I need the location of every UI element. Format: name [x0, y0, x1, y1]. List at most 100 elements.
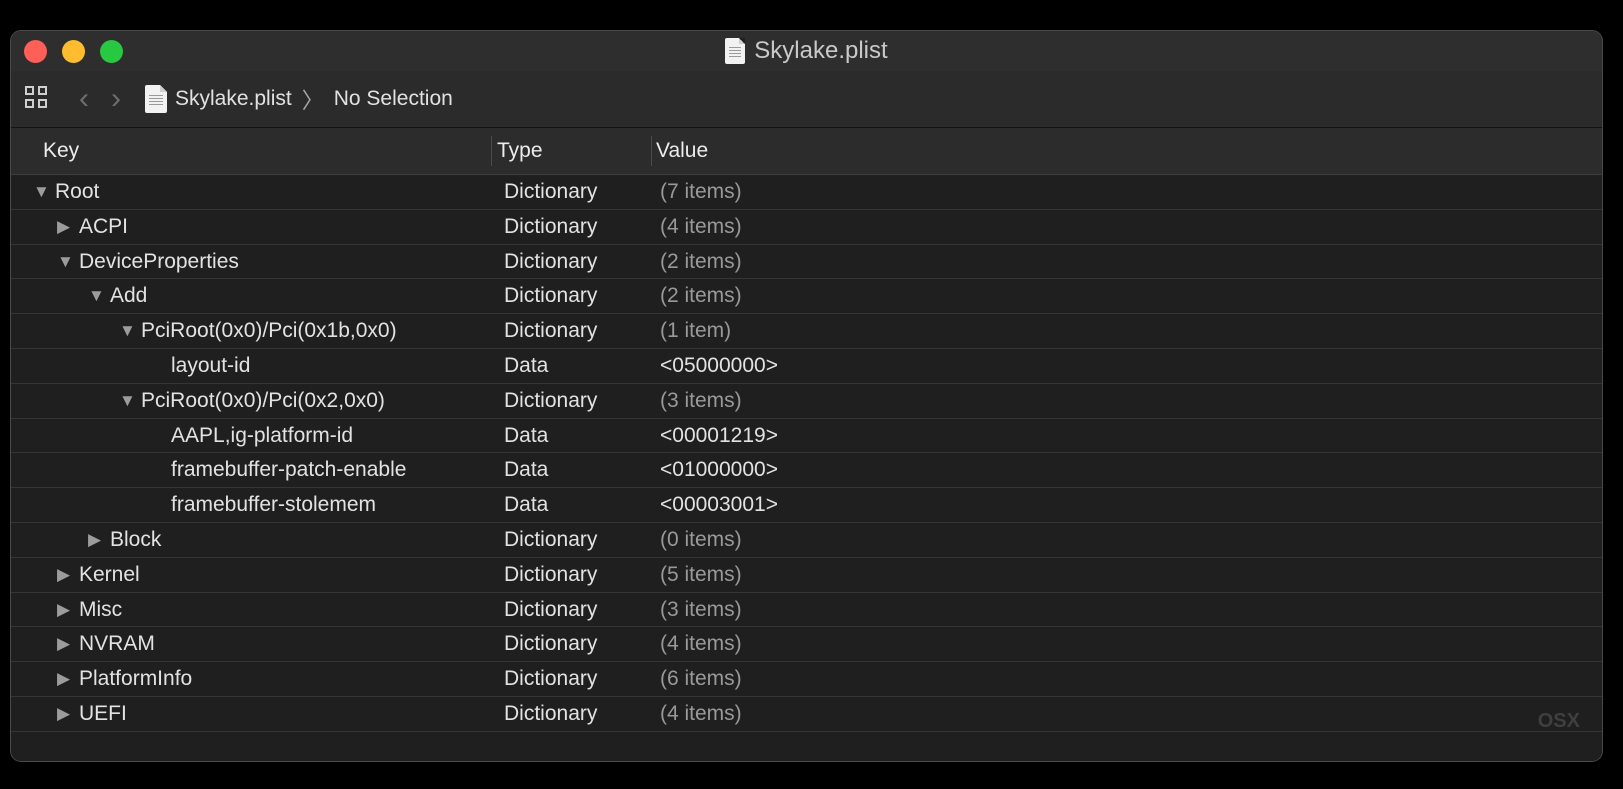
zoom-button[interactable] — [100, 40, 123, 63]
key-cell[interactable]: ▶ Block — [88, 528, 161, 552]
table-row[interactable]: ▶ Block Dictionary (0 items) — [11, 523, 1602, 558]
key-label: Block — [110, 527, 162, 551]
type-cell[interactable]: Dictionary — [504, 180, 597, 204]
disclosure-collapsed-icon[interactable]: ▶ — [88, 530, 108, 550]
watermark-logo: OSX — [1537, 710, 1580, 732]
table-row[interactable]: ▼ PciRoot(0x0)/Pci(0x2,0x0) Dictionary (3 i… — [11, 384, 1602, 419]
key-cell[interactable]: ▶ NVRAM — [57, 632, 155, 656]
table-row[interactable]: ▶ UEFI Dictionary (4 items) — [11, 697, 1602, 732]
value-cell[interactable]: (4 items) — [660, 702, 742, 726]
disclosure-collapsed-icon[interactable]: ▶ — [57, 704, 77, 724]
type-cell[interactable]: Dictionary — [504, 284, 597, 308]
table-row[interactable]: ▼ Root Dictionary (7 items) — [11, 175, 1602, 210]
column-header-key[interactable]: Key — [43, 139, 79, 163]
value-cell[interactable]: (1 item) — [660, 319, 731, 343]
value-cell[interactable]: (7 items) — [660, 180, 742, 204]
value-cell[interactable]: (0 items) — [660, 528, 742, 552]
table-row[interactable]: ▶ Misc Dictionary (3 items) — [11, 593, 1602, 628]
back-arrow-icon[interactable]: ‹ — [79, 84, 89, 114]
key-cell[interactable]: ▼ DeviceProperties — [57, 250, 239, 274]
minimize-button[interactable] — [62, 40, 85, 63]
breadcrumb-file[interactable]: Skylake.plist — [175, 87, 292, 111]
key-cell[interactable]: ▼ Add — [88, 284, 147, 308]
type-cell[interactable]: Dictionary — [504, 632, 597, 656]
disclosure-collapsed-icon[interactable]: ▶ — [57, 600, 77, 620]
column-divider[interactable] — [491, 136, 492, 166]
type-cell[interactable]: Data — [504, 493, 548, 517]
value-cell[interactable]: (5 items) — [660, 563, 742, 587]
value-cell[interactable]: (3 items) — [660, 389, 742, 413]
related-items-grid-icon[interactable] — [25, 86, 51, 112]
type-cell[interactable]: Dictionary — [504, 667, 597, 691]
table-row[interactable]: framebuffer-stolemem Data <00003001> — [11, 488, 1602, 523]
key-cell[interactable]: ▶ Misc — [57, 598, 122, 622]
type-cell[interactable]: Dictionary — [504, 702, 597, 726]
table-row[interactable]: ▼ DeviceProperties Dictionary (2 items) — [11, 245, 1602, 280]
disclosure-expanded-icon[interactable]: ▼ — [119, 391, 139, 411]
table-row[interactable]: ▶ NVRAM Dictionary (4 items) — [11, 627, 1602, 663]
value-cell[interactable]: (6 items) — [660, 667, 742, 691]
key-cell[interactable]: framebuffer-patch-enable — [171, 458, 406, 482]
key-label: UEFI — [79, 701, 127, 725]
disclosure-collapsed-icon[interactable]: ▶ — [57, 669, 77, 689]
value-cell[interactable]: (2 items) — [660, 284, 742, 308]
key-cell[interactable]: ▶ ACPI — [57, 215, 128, 239]
key-cell[interactable]: ▶ Kernel — [57, 563, 140, 587]
type-cell[interactable]: Dictionary — [504, 319, 597, 343]
table-row[interactable]: layout-id Data <05000000> — [11, 349, 1602, 384]
disclosure-collapsed-icon[interactable]: ▶ — [57, 565, 77, 585]
plist-file-icon — [145, 85, 167, 113]
key-cell[interactable]: layout-id — [171, 354, 250, 378]
disclosure-expanded-icon[interactable]: ▼ — [88, 286, 108, 306]
type-cell[interactable]: Dictionary — [504, 250, 597, 274]
key-cell[interactable]: ▼ PciRoot(0x0)/Pci(0x2,0x0) — [119, 389, 385, 413]
key-cell[interactable]: ▼ Root — [33, 180, 99, 204]
key-label: NVRAM — [79, 632, 155, 656]
key-cell[interactable]: ▼ PciRoot(0x0)/Pci(0x1b,0x0) — [119, 319, 397, 343]
type-cell[interactable]: Dictionary — [504, 215, 597, 239]
disclosure-collapsed-icon[interactable]: ▶ — [57, 634, 77, 654]
value-cell[interactable]: <00003001> — [660, 493, 778, 517]
disclosure-expanded-icon[interactable]: ▼ — [57, 252, 77, 272]
breadcrumb-separator-icon: 〉 — [301, 88, 324, 113]
disclosure-collapsed-icon[interactable]: ▶ — [57, 217, 77, 237]
key-cell[interactable]: ▶ UEFI — [57, 702, 127, 726]
type-cell[interactable]: Data — [504, 424, 548, 448]
value-cell[interactable]: (2 items) — [660, 250, 742, 274]
type-cell[interactable]: Data — [504, 354, 548, 378]
key-cell[interactable]: AAPL,ig-platform-id — [171, 424, 353, 448]
column-header-value[interactable]: Value — [656, 139, 708, 163]
close-button[interactable] — [24, 40, 47, 63]
table-row[interactable]: ▼ Add Dictionary (2 items) — [11, 279, 1602, 315]
value-cell[interactable]: <01000000> — [660, 458, 778, 482]
type-cell[interactable]: Dictionary — [504, 389, 597, 413]
value-cell[interactable]: <05000000> — [660, 354, 778, 378]
breadcrumb: Skylake.plist 〉 No Selection — [145, 83, 453, 115]
key-cell[interactable]: framebuffer-stolemem — [171, 493, 376, 517]
key-label: ACPI — [79, 214, 129, 238]
type-cell[interactable]: Dictionary — [504, 528, 597, 552]
type-cell[interactable]: Dictionary — [504, 563, 597, 587]
value-cell[interactable]: (4 items) — [660, 632, 742, 656]
table-row[interactable]: ▶ ACPI Dictionary (4 items) — [11, 210, 1602, 245]
column-header-type[interactable]: Type — [497, 139, 543, 163]
value-cell[interactable]: (3 items) — [660, 598, 742, 622]
type-cell[interactable]: Dictionary — [504, 598, 597, 622]
table-row[interactable]: framebuffer-patch-enable Data <01000000> — [11, 453, 1602, 489]
toolbar: ‹ › Skylake.plist 〉 No Selection — [11, 71, 1602, 128]
table-row[interactable]: ▶ Kernel Dictionary (5 items) — [11, 558, 1602, 593]
disclosure-expanded-icon[interactable]: ▼ — [33, 182, 53, 202]
window-title-group: Skylake.plist — [725, 37, 888, 65]
table-row[interactable]: ▶ PlatformInfo Dictionary (6 items) — [11, 662, 1602, 697]
value-cell[interactable]: (4 items) — [660, 215, 742, 239]
value-cell[interactable]: <00001219> — [660, 424, 778, 448]
breadcrumb-selection[interactable]: No Selection — [334, 87, 453, 111]
forward-arrow-icon[interactable]: › — [111, 84, 121, 114]
table-row[interactable]: AAPL,ig-platform-id Data <00001219> — [11, 419, 1602, 454]
key-cell[interactable]: ▶ PlatformInfo — [57, 667, 192, 691]
key-label: framebuffer-patch-enable — [171, 458, 407, 482]
table-row[interactable]: ▼ PciRoot(0x0)/Pci(0x1b,0x0) Dictionary (1 … — [11, 314, 1602, 349]
disclosure-expanded-icon[interactable]: ▼ — [119, 321, 139, 341]
column-divider[interactable] — [651, 136, 652, 166]
type-cell[interactable]: Data — [504, 458, 548, 482]
